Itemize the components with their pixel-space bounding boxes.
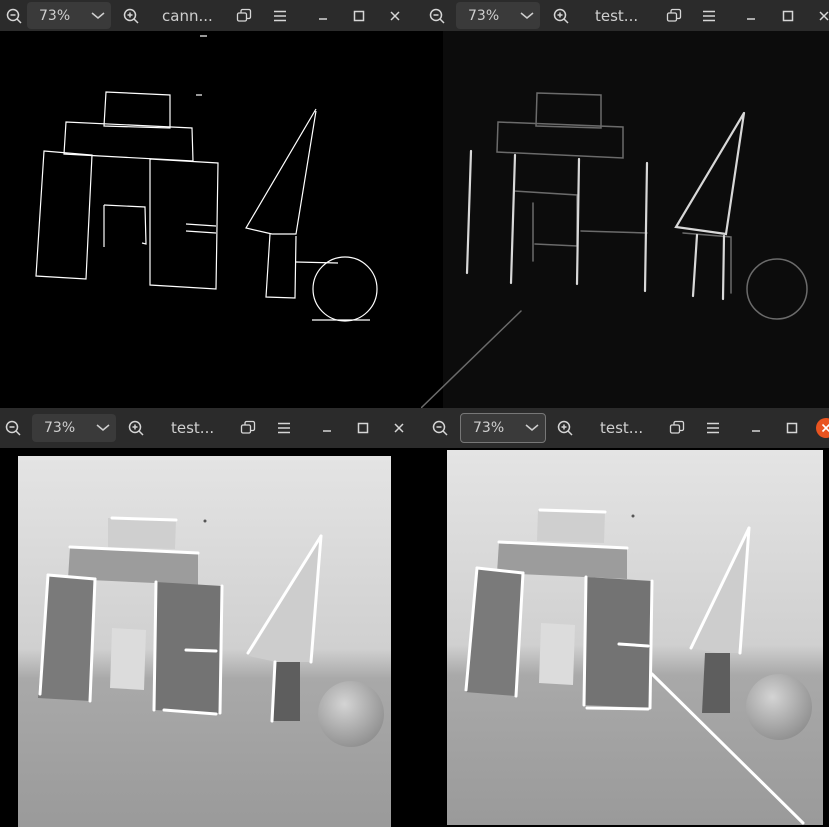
zoom-in-icon[interactable]	[549, 0, 573, 31]
zoom-level-dropdown[interactable]: 73%	[32, 414, 116, 442]
menu-icon[interactable]	[268, 0, 292, 31]
close-icon[interactable]	[387, 408, 411, 448]
zoom-in-icon[interactable]	[119, 0, 143, 31]
zoom-level-value: 73%	[473, 420, 505, 436]
zoom-level-value: 73%	[44, 420, 76, 436]
minimize-icon[interactable]	[315, 408, 339, 448]
minimize-icon[interactable]	[311, 0, 335, 31]
menu-icon[interactable]	[272, 408, 296, 448]
zoom-out-icon[interactable]	[2, 0, 26, 31]
zoom-level-dropdown[interactable]: 73%	[456, 2, 540, 29]
zoom-level-value: 73%	[39, 7, 71, 24]
titlebar: 73% test...	[415, 408, 829, 448]
titlebar: 73% test...	[0, 408, 415, 448]
titlebar: 73% test...	[421, 0, 829, 31]
canny-edge-image	[35, 35, 378, 322]
close-icon[interactable]	[812, 0, 829, 31]
window-title: test...	[600, 419, 644, 437]
zoom-in-icon[interactable]	[553, 408, 577, 448]
gradient-magnitude-image	[421, 31, 829, 408]
chevron-down-icon	[525, 414, 539, 442]
chevron-down-icon	[96, 414, 110, 442]
line-overlay-image	[447, 450, 823, 825]
restore-icon[interactable]	[232, 0, 256, 31]
zoom-level-value: 73%	[468, 7, 500, 24]
maximize-icon[interactable]	[347, 0, 371, 31]
zoom-level-dropdown[interactable]: 73%	[27, 2, 111, 29]
window-title: cann...	[162, 6, 213, 25]
chevron-down-icon	[91, 2, 105, 29]
menu-icon[interactable]	[697, 0, 721, 31]
window-bottom-right: 73% test...	[415, 408, 829, 827]
restore-icon[interactable]	[662, 0, 686, 31]
image-canvas	[0, 31, 421, 408]
minimize-icon[interactable]	[744, 408, 768, 448]
window-bottom-left: 73% test...	[0, 408, 415, 827]
maximize-icon[interactable]	[780, 408, 804, 448]
zoom-out-icon[interactable]	[428, 408, 452, 448]
restore-icon[interactable]	[665, 408, 689, 448]
image-canvas	[421, 31, 829, 408]
window-title: test...	[595, 6, 639, 25]
close-icon[interactable]	[383, 0, 407, 31]
window-top-right: 73% test...	[421, 0, 829, 408]
image-canvas	[415, 448, 829, 827]
zoom-level-dropdown[interactable]: 73%	[460, 413, 546, 443]
image-canvas	[0, 448, 415, 827]
window-title: test...	[171, 419, 215, 437]
zoom-in-icon[interactable]	[124, 408, 148, 448]
close-icon[interactable]	[814, 408, 829, 448]
zoom-out-icon[interactable]	[425, 0, 449, 31]
minimize-icon[interactable]	[739, 0, 763, 31]
chevron-down-icon	[520, 2, 534, 29]
maximize-icon[interactable]	[351, 408, 375, 448]
titlebar: 73% cann...	[0, 0, 421, 31]
restore-icon[interactable]	[236, 408, 260, 448]
zoom-out-icon[interactable]	[1, 408, 25, 448]
menu-icon[interactable]	[701, 408, 725, 448]
maximize-icon[interactable]	[776, 0, 800, 31]
window-top-left: 73% cann...	[0, 0, 421, 408]
line-overlay-image	[18, 456, 391, 827]
